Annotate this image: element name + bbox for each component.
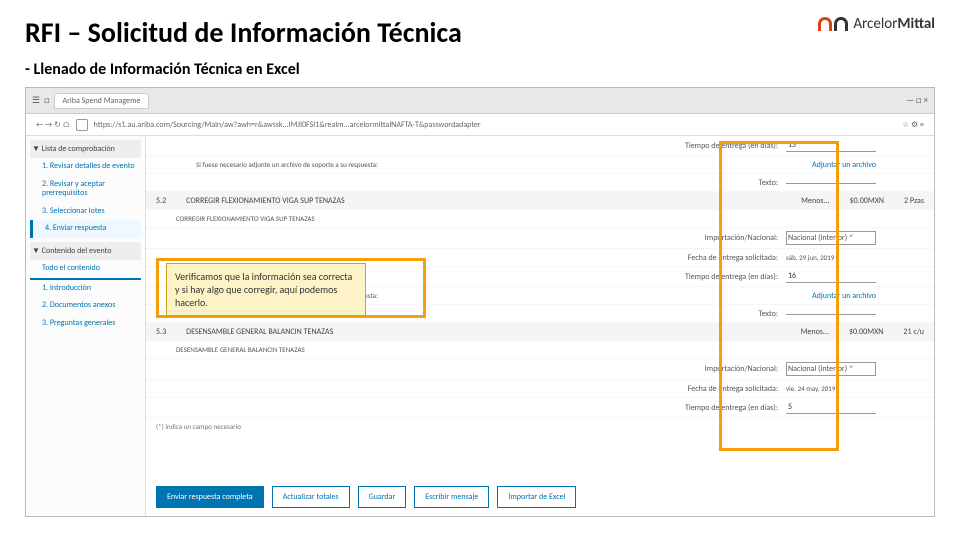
section2-subtitle: DESENSAMBLE GENERAL BALANCIN TENAZAS xyxy=(176,345,305,354)
section2-toggle[interactable]: Menos... xyxy=(801,327,829,337)
browser-tabs: ☰□ Ariba Spend Manageme — □ × xyxy=(26,88,934,114)
date-label: Fecha de entrega solicitada: xyxy=(156,253,778,263)
update-button[interactable]: Actualizar totales xyxy=(272,486,350,508)
callout-text: Verificamos que la información sea corre… xyxy=(166,263,366,316)
import-label: Importación/Nacional: xyxy=(156,233,778,243)
text-input[interactable] xyxy=(786,181,876,184)
sidebar: ▼ Lista de comprobación 1. Revisar detal… xyxy=(26,136,146,516)
text2-input[interactable] xyxy=(786,312,876,315)
section-subtitle: CORREGIR FLEXIONAMIENTO VIGA SUP TENAZAS xyxy=(176,214,315,223)
submit-button[interactable]: Enviar respuesta completa xyxy=(156,486,264,508)
sidebar2-item-3[interactable]: 2. Documentos anexos xyxy=(30,297,141,315)
import-button[interactable]: Importar de Excel xyxy=(497,486,576,508)
url-text: https://s1.au.ariba.com/Sourcing/Main/aw… xyxy=(94,120,896,130)
import2-select[interactable]: Nacional (interior) ˅ xyxy=(786,362,876,376)
delivery3-input[interactable]: 5 xyxy=(786,401,876,414)
sidebar2-item-2[interactable]: 1. Introducción xyxy=(30,280,141,298)
sidebar-item-2[interactable]: 2. Revisar y aceptar prerrequisitos xyxy=(30,176,141,203)
sidebar-item-1[interactable]: 1. Revisar detalles de evento xyxy=(30,158,141,176)
date-value: sáb, 29 jun, 2019 xyxy=(786,253,876,262)
section-5-2: 5.2CORREGIR FLEXIONAMIENTO VIGA SUP TENA… xyxy=(146,192,934,210)
message-button[interactable]: Escribir mensaje xyxy=(414,486,489,508)
section-toggle[interactable]: Menos... xyxy=(801,196,829,206)
sidebar-item-3[interactable]: 3. Seleccionar lotes xyxy=(30,203,141,221)
subtitle: - Llenado de Información Técnica en Exce… xyxy=(0,55,960,87)
section-5-3: 5.3DESENSAMBLE GENERAL BALANCIN TENAZAS … xyxy=(146,323,934,341)
sidebar-item-4[interactable]: 4. Enviar respuesta xyxy=(30,220,141,238)
text-label: Texto: xyxy=(156,178,778,188)
delivery2-input[interactable]: 16 xyxy=(786,270,876,283)
screenshot-frame: ☰□ Ariba Spend Manageme — □ × ← → ↻ ⌂ ht… xyxy=(25,87,935,517)
sidebar2-item-4[interactable]: 3. Preguntas generales xyxy=(30,315,141,333)
delivery-time-label: Tiempo de entrega (en días): xyxy=(156,141,778,151)
sidebar2-item-1[interactable]: Todo el contenido xyxy=(30,260,141,280)
page-title: RFI – Solicitud de Información Técnica xyxy=(25,15,462,50)
url-bar: ← → ↻ ⌂ https://s1.au.ariba.com/Sourcing… xyxy=(26,114,934,136)
delivery3-label: Tiempo de entrega (en días): xyxy=(156,403,778,413)
browser-tab[interactable]: Ariba Spend Manageme xyxy=(54,93,150,109)
date2-value: vie, 24 may, 2019 xyxy=(786,384,876,393)
import2-label: Importación/Nacional: xyxy=(156,364,778,374)
delivery-time-input[interactable]: 15 xyxy=(786,139,876,152)
attach2-link[interactable]: Adjuntar un archivo xyxy=(812,291,876,301)
main-content: Tiempo de entrega (en días): 15 Si fuese … xyxy=(146,136,934,516)
button-bar: Enviar respuesta completa Actualizar tot… xyxy=(156,486,924,508)
save-button[interactable]: Guardar xyxy=(358,486,407,508)
import-select[interactable]: Nacional (interior) ˅ xyxy=(786,231,876,245)
attach-text: Si fuese necesario adjunte un archivo de… xyxy=(156,160,804,169)
lock-icon xyxy=(76,119,88,131)
date2-label: Fecha de entrega solicitada: xyxy=(156,384,778,394)
attach-link[interactable]: Adjuntar un archivo xyxy=(812,160,876,170)
sidebar-section-2[interactable]: ▼ Contenido del evento xyxy=(30,242,141,260)
sidebar-header[interactable]: ▼ Lista de comprobación xyxy=(30,140,141,158)
brand-logo: ArcelorMittal xyxy=(818,15,935,33)
required-note: (*) indica un campo necesario xyxy=(146,418,934,435)
